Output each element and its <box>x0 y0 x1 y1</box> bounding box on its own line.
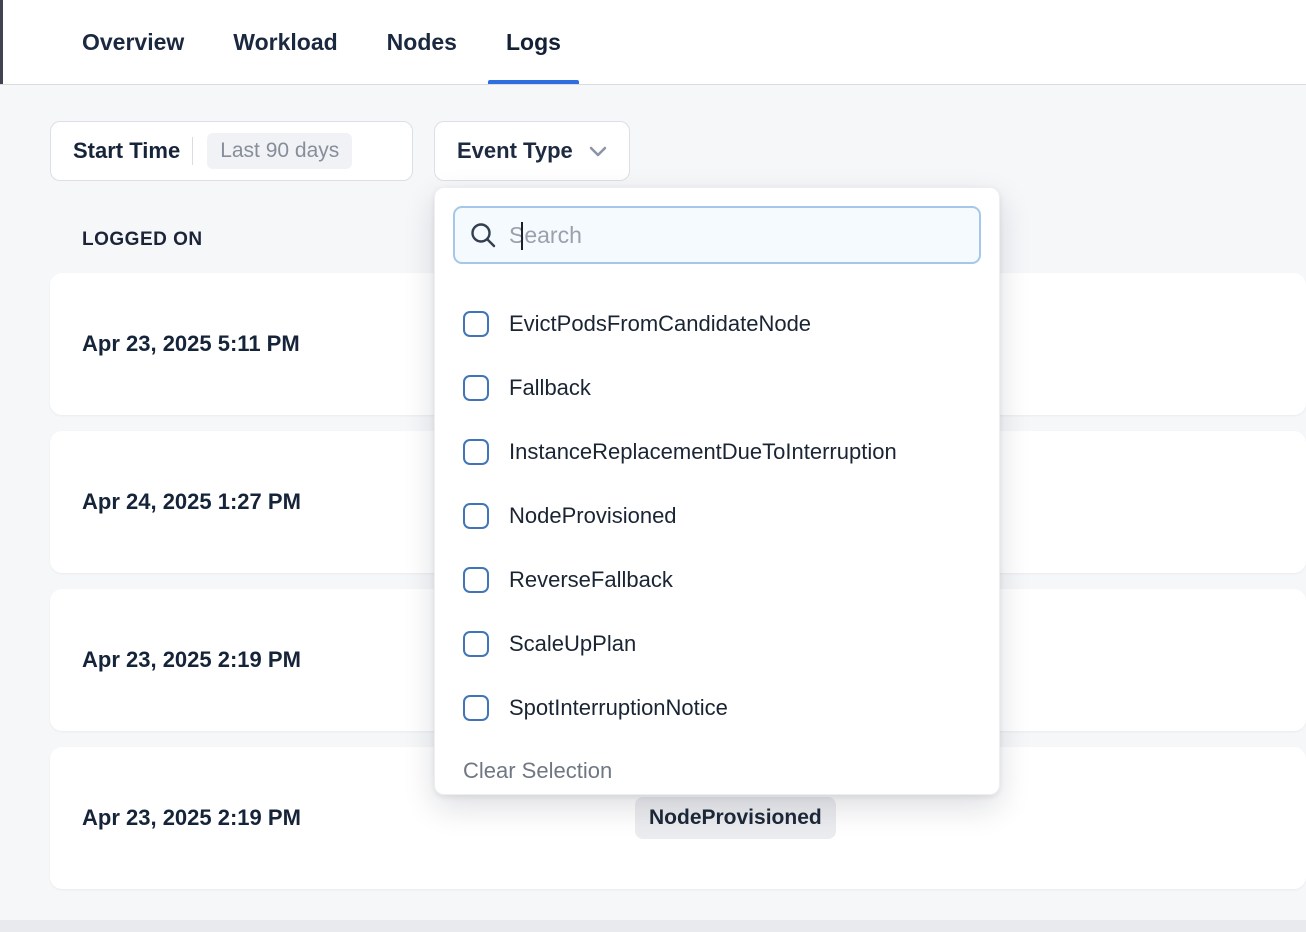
option-label: Fallback <box>509 375 591 401</box>
logged-on-value: Apr 23, 2025 2:19 PM <box>82 805 301 831</box>
checkbox[interactable] <box>463 695 489 721</box>
chevron-down-icon <box>589 146 607 157</box>
event-type-options: EvictPodsFromCandidateNode Fallback Inst… <box>435 282 999 740</box>
checkbox[interactable] <box>463 567 489 593</box>
start-time-value: Last 90 days <box>207 133 352 169</box>
tab-overview[interactable]: Overview <box>82 0 184 84</box>
start-time-filter-button[interactable]: Start Time Last 90 days <box>50 121 413 181</box>
option-label: ScaleUpPlan <box>509 631 636 657</box>
tab-logs[interactable]: Logs <box>506 0 561 84</box>
start-time-label: Start Time <box>73 138 180 164</box>
event-type-dropdown: EvictPodsFromCandidateNode Fallback Inst… <box>434 187 1000 795</box>
clear-selection-button[interactable]: Clear Selection <box>435 758 999 784</box>
checkbox[interactable] <box>463 439 489 465</box>
checkbox[interactable] <box>463 375 489 401</box>
event-type-label: Event Type <box>457 138 573 164</box>
text-caret <box>521 222 523 250</box>
top-nav: Overview Workload Nodes Logs <box>0 0 1306 85</box>
dropdown-option-nodeprovisioned[interactable]: NodeProvisioned <box>435 484 999 548</box>
option-label: EvictPodsFromCandidateNode <box>509 311 811 337</box>
search-box <box>453 206 981 264</box>
panel-edge <box>0 0 3 84</box>
event-type-filter-button[interactable]: Event Type <box>434 121 630 181</box>
logs-page: Overview Workload Nodes Logs Start Time … <box>0 0 1306 932</box>
filter-divider <box>192 137 193 165</box>
logged-on-value: Apr 24, 2025 1:27 PM <box>82 489 301 515</box>
logged-on-value: Apr 23, 2025 2:19 PM <box>82 647 301 673</box>
bottom-strip <box>0 920 1306 932</box>
option-label: NodeProvisioned <box>509 503 677 529</box>
checkbox[interactable] <box>463 503 489 529</box>
dropdown-option-reversefallback[interactable]: ReverseFallback <box>435 548 999 612</box>
search-input[interactable] <box>509 222 965 249</box>
tab-nodes[interactable]: Nodes <box>387 0 457 84</box>
dropdown-option-fallback[interactable]: Fallback <box>435 356 999 420</box>
dropdown-option-spotinterruptionnotice[interactable]: SpotInterruptionNotice <box>435 676 999 740</box>
tab-bar: Overview Workload Nodes Logs <box>0 0 1306 84</box>
dropdown-option-instancereplacementduetointerruption[interactable]: InstanceReplacementDueToInterruption <box>435 420 999 484</box>
filter-bar: Start Time Last 90 days Event Type <box>50 121 1306 181</box>
option-label: SpotInterruptionNotice <box>509 695 728 721</box>
dropdown-option-scaleupplan[interactable]: ScaleUpPlan <box>435 612 999 676</box>
dropdown-option-evictpodsfromcandidatenode[interactable]: EvictPodsFromCandidateNode <box>435 292 999 356</box>
logged-on-value: Apr 23, 2025 5:11 PM <box>82 331 300 357</box>
checkbox[interactable] <box>463 631 489 657</box>
option-label: ReverseFallback <box>509 567 673 593</box>
option-label: InstanceReplacementDueToInterruption <box>509 439 897 465</box>
search-icon <box>469 221 497 249</box>
event-type-badge: NodeProvisioned <box>635 797 836 839</box>
tab-workload[interactable]: Workload <box>233 0 337 84</box>
checkbox[interactable] <box>463 311 489 337</box>
